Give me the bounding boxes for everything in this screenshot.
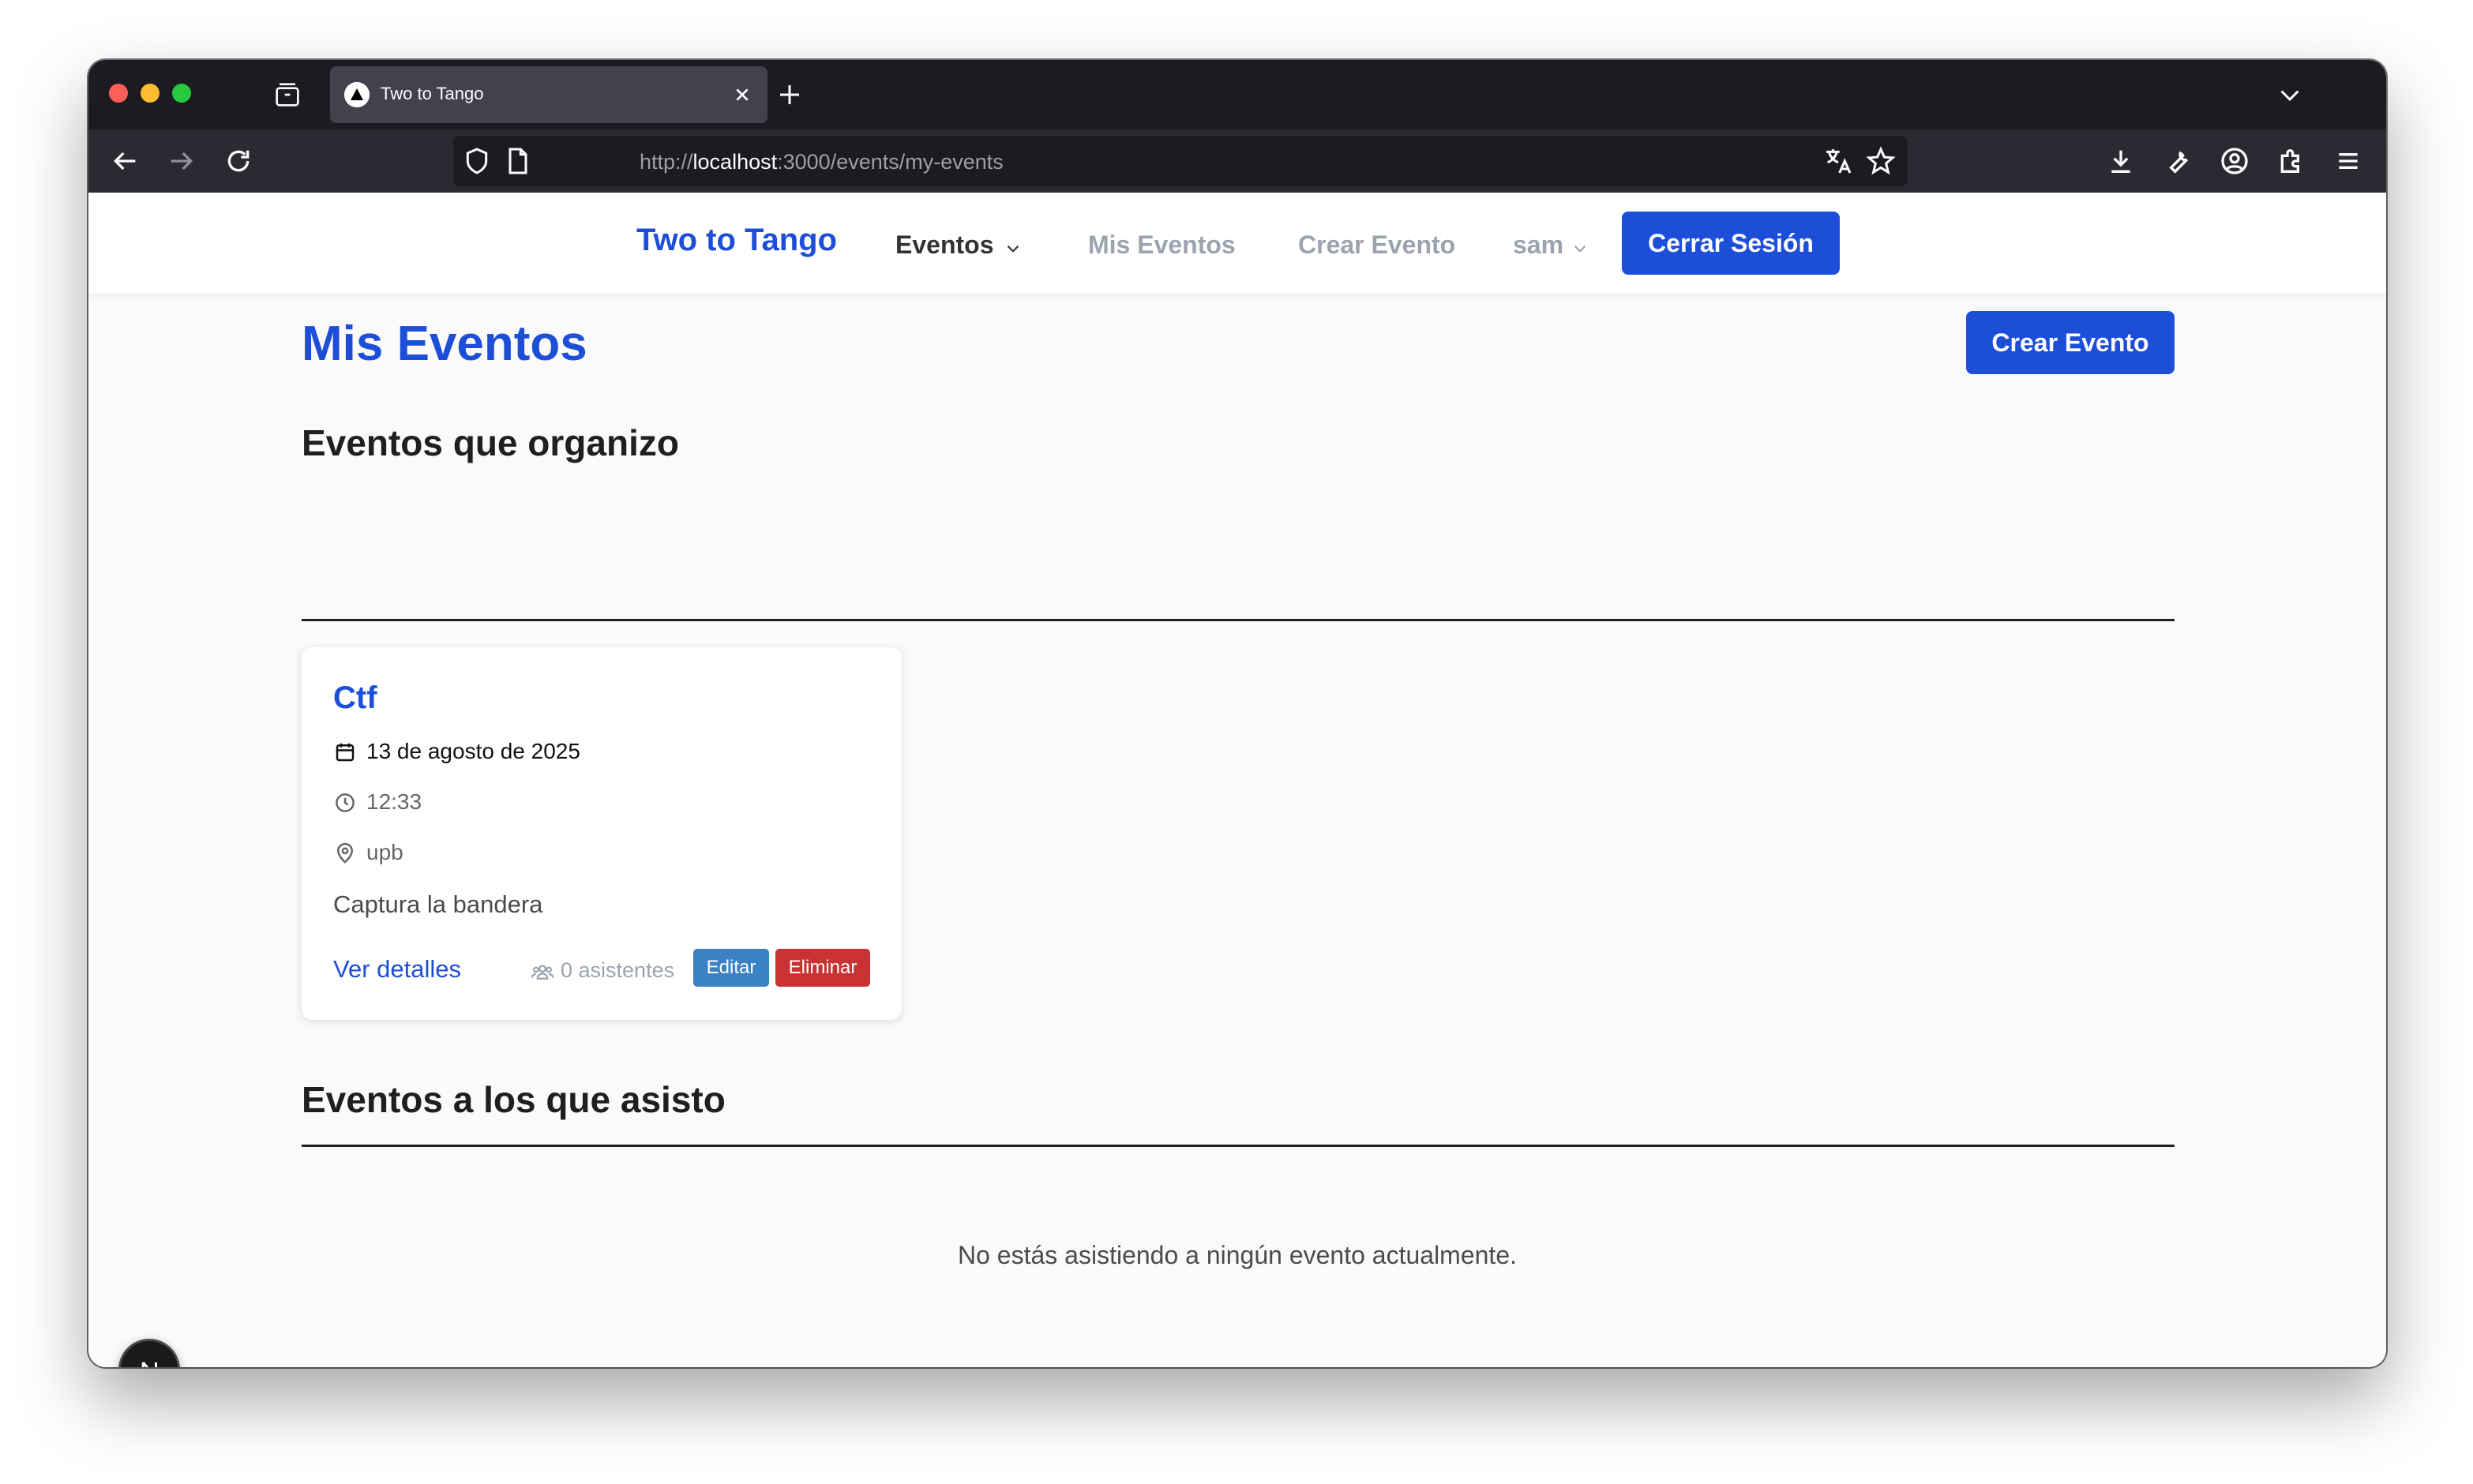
tab-strip: Two to Tango [88, 60, 2386, 129]
nav-eventos-dropdown[interactable]: Eventos [895, 230, 1019, 260]
reload-icon[interactable] [223, 145, 254, 177]
url-host: localhost [692, 150, 778, 174]
logout-button[interactable]: Cerrar Sesión [1622, 212, 1840, 275]
minimize-window-button[interactable] [141, 84, 159, 103]
event-title[interactable]: Ctf [333, 680, 377, 716]
close-window-button[interactable] [109, 84, 128, 103]
new-tab-icon[interactable] [775, 81, 804, 109]
url-scheme: http:// [640, 150, 693, 174]
page-icon[interactable] [502, 145, 534, 177]
map-pin-icon [336, 842, 354, 864]
section-divider [302, 1145, 2175, 1147]
desktop: Two to Tango http://localhost:3000/event… [0, 0, 2473, 1484]
attendee-count-text: 0 asistentes [561, 958, 675, 982]
attending-events-heading: Eventos a los que asisto [302, 1079, 726, 1120]
page-content: Two to Tango Eventos Mis Eventos Crear E… [88, 193, 2386, 1367]
extensions-icon[interactable] [2276, 145, 2307, 177]
user-menu-dropdown[interactable]: sam [1513, 230, 1586, 260]
nav-eventos-label: Eventos [895, 230, 994, 259]
list-all-tabs-icon[interactable] [2276, 81, 2304, 109]
tab-title: Two to Tango [381, 84, 484, 103]
tab-active[interactable]: Two to Tango [330, 66, 767, 123]
event-description: Captura la bandera [333, 890, 543, 918]
back-icon[interactable] [109, 145, 141, 177]
url-text: http://localhost:3000/events/my-events [640, 150, 1004, 174]
event-card: Ctf 13 de agosto de 2025 12:33 upb Captu… [302, 647, 902, 1020]
calendar-icon [336, 743, 355, 762]
clock-icon [336, 793, 355, 812]
users-icon [531, 965, 554, 980]
browser-window: Two to Tango http://localhost:3000/event… [88, 60, 2386, 1367]
browser-toolbar: http://localhost:3000/events/my-events [88, 129, 2386, 193]
close-tab-icon[interactable] [730, 82, 755, 107]
downloads-icon[interactable] [2105, 145, 2137, 177]
chevron-down-icon [1007, 245, 1019, 253]
nextjs-logo-icon [141, 1362, 157, 1367]
translate-icon[interactable] [1822, 145, 1854, 177]
site-navbar: Two to Tango Eventos Mis Eventos Crear E… [88, 193, 2386, 294]
nav-crear-evento[interactable]: Crear Evento [1298, 230, 1455, 260]
nextjs-dev-tools-button[interactable] [118, 1339, 180, 1367]
nav-mis-eventos[interactable]: Mis Eventos [1088, 230, 1236, 260]
nextjs-triangle-icon [344, 82, 370, 107]
chevron-down-icon [1574, 245, 1586, 253]
organized-events-heading: Eventos que organizo [302, 422, 679, 463]
shield-icon[interactable] [461, 145, 493, 177]
edit-event-button[interactable]: Editar [693, 949, 769, 987]
maximize-window-button[interactable] [172, 84, 191, 103]
wrench-icon[interactable] [2162, 145, 2193, 177]
page-title: Mis Eventos [302, 317, 587, 371]
user-name: sam [1513, 230, 1564, 259]
view-details-link[interactable]: Ver detalles [333, 955, 461, 984]
event-location-text: upb [366, 840, 403, 864]
forward-icon[interactable] [166, 145, 197, 177]
address-bar[interactable]: http://localhost:3000/events/my-events [453, 136, 1908, 186]
menu-icon[interactable] [2332, 145, 2364, 177]
tab-groups-icon[interactable] [272, 79, 303, 111]
event-time-text: 12:33 [366, 789, 422, 814]
brand-link[interactable]: Two to Tango [636, 223, 837, 258]
url-path: :3000/events/my-events [777, 150, 1004, 174]
create-event-button[interactable]: Crear Evento [1966, 311, 2175, 374]
event-date-text: 13 de agosto de 2025 [366, 739, 580, 763]
bookmark-star-icon[interactable] [1865, 145, 1897, 177]
empty-state-message: No estás asistiendo a ningún evento actu… [957, 1241, 1517, 1269]
section-divider [302, 619, 2175, 621]
account-icon[interactable] [2219, 145, 2250, 177]
delete-event-button[interactable]: Eliminar [775, 949, 870, 987]
